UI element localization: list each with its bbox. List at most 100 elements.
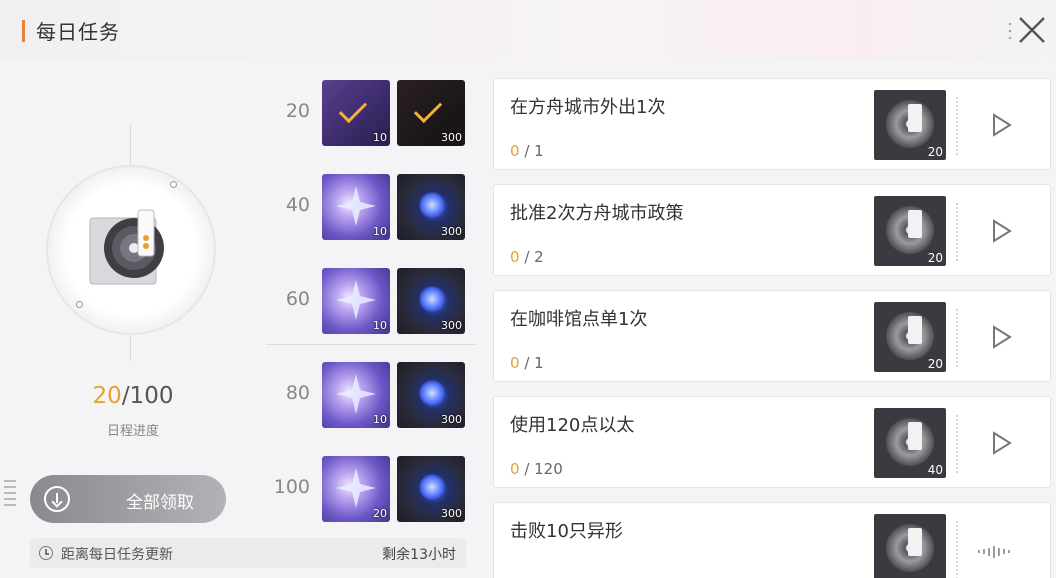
- claimed-check-icon: [338, 94, 368, 124]
- crystal-star-icon: [336, 280, 376, 320]
- remaining-time: 剩余13小时: [382, 547, 456, 563]
- milestone-row: 20 10 300: [266, 78, 476, 148]
- record-card-icon: [908, 528, 922, 556]
- milestone-reward-chest[interactable]: 300: [397, 456, 465, 522]
- crystal-star-icon: [336, 186, 376, 226]
- ring-dot: [170, 181, 177, 188]
- progress-total: /100: [121, 383, 174, 409]
- task-separator: [956, 97, 958, 155]
- task-name: 在咖啡馆点单1次: [510, 309, 648, 330]
- milestone-reward-crystal[interactable]: 10: [322, 362, 390, 428]
- task-separator: [956, 521, 958, 578]
- reward-count: 300: [441, 131, 462, 144]
- milestone-row: 40 10 300: [266, 172, 476, 242]
- page-title: 每日任务: [36, 20, 120, 44]
- go-button[interactable]: [976, 423, 1026, 463]
- milestone-value: 40: [285, 194, 310, 216]
- play-arrow-icon: [993, 113, 1012, 137]
- milestone-reward-chest[interactable]: 300: [397, 80, 465, 146]
- reward-count: 300: [441, 507, 462, 520]
- go-button[interactable]: [976, 211, 1026, 251]
- crystal-star-icon: [336, 468, 376, 508]
- milestone-reward-chest[interactable]: 300: [397, 362, 465, 428]
- task-progress-total: / 1: [519, 142, 544, 160]
- task-reward[interactable]: 40: [874, 408, 946, 478]
- task-progress-total: / 2: [519, 248, 544, 266]
- task-card: 批准2次方舟城市政策 0 / 2 20: [493, 184, 1051, 276]
- task-name: 批准2次方舟城市政策: [510, 203, 684, 224]
- task-progress: 0 / 2: [510, 248, 544, 266]
- close-button[interactable]: [1014, 12, 1050, 48]
- chest-glow-icon: [419, 192, 445, 218]
- milestone-reward-chest[interactable]: 300: [397, 268, 465, 334]
- go-button[interactable]: [976, 105, 1026, 145]
- milestone-value: 60: [285, 288, 310, 310]
- task-progress-total: / 1: [519, 354, 544, 372]
- milestone-reward-crystal[interactable]: 20: [322, 456, 390, 522]
- chest-glow-icon: [419, 474, 445, 500]
- milestone-row: 60 10 300: [266, 266, 476, 336]
- task-card: 击败10只异形: [493, 502, 1051, 578]
- milestone-reward-crystal[interactable]: 10: [322, 80, 390, 146]
- claim-all-button[interactable]: 全部领取: [30, 475, 226, 523]
- task-reward[interactable]: 20: [874, 90, 946, 160]
- task-reward[interactable]: 20: [874, 302, 946, 372]
- task-separator: [956, 203, 958, 261]
- task-card: 在方舟城市外出1次 0 / 1 20: [493, 78, 1051, 170]
- reward-count: 10: [373, 225, 387, 238]
- reward-count: 20: [927, 357, 943, 371]
- chest-glow-icon: [419, 286, 445, 312]
- milestone-rewards: 20 10 300 40 10 300 60 10 300 80 10 300 …: [266, 78, 476, 538]
- task-reward[interactable]: [874, 514, 946, 578]
- ring-dot: [76, 301, 83, 308]
- ring-line-bottom: [130, 335, 131, 361]
- task-separator: [956, 415, 958, 473]
- task-progress-done: 0: [510, 142, 520, 160]
- chest-glow-icon: [419, 380, 445, 406]
- play-arrow-icon: [993, 219, 1012, 243]
- task-name: 击败10只异形: [510, 521, 623, 542]
- milestone-reward-chest[interactable]: 300: [397, 174, 465, 240]
- progress-label: 日程进度: [106, 424, 159, 439]
- progress-value: 20/100: [30, 383, 236, 409]
- daily-progress-panel: 20/100 日程进度 全部领取: [30, 65, 266, 570]
- record-card-icon: [908, 316, 922, 344]
- milestone-reward-crystal[interactable]: 10: [322, 268, 390, 334]
- progress-current: 20: [92, 383, 122, 409]
- task-list[interactable]: 在方舟城市外出1次 0 / 1 20 批准2次方舟城市政策 0 / 2 20 在…: [493, 78, 1051, 578]
- reward-count: 10: [373, 131, 387, 144]
- task-progress-done: 0: [510, 460, 520, 478]
- claimed-check-icon: [413, 94, 443, 124]
- download-arrow-icon: [44, 486, 70, 512]
- reward-count: 20: [927, 251, 943, 265]
- ring-line-top: [130, 125, 131, 165]
- title-accent: [22, 20, 25, 42]
- audio-wave-icon: [978, 541, 1028, 558]
- milestone-value: 100: [273, 476, 310, 498]
- reward-count: 20: [927, 145, 943, 159]
- header-dots-icon: [1008, 22, 1012, 40]
- milestone-value: 80: [285, 382, 310, 404]
- vinyl-disc-icon: [89, 209, 164, 285]
- task-reward[interactable]: 20: [874, 196, 946, 266]
- record-card-icon: [908, 104, 922, 132]
- milestone-value: 20: [285, 100, 310, 122]
- reward-count: 300: [441, 319, 462, 332]
- task-progress-total: / 120: [519, 460, 563, 478]
- task-card: 使用120点以太 0 / 120 40: [493, 396, 1051, 488]
- refresh-timer-bar: 距离每日任务更新 剩余13小时: [30, 538, 466, 568]
- task-progress: 0 / 1: [510, 354, 544, 372]
- clock-icon: [39, 546, 53, 560]
- reward-count: 300: [441, 225, 462, 238]
- task-separator: [956, 309, 958, 367]
- side-stripes-decoration: [4, 480, 16, 520]
- task-progress: 0 / 1: [510, 142, 544, 160]
- milestone-reward-crystal[interactable]: 10: [322, 174, 390, 240]
- go-button[interactable]: [976, 317, 1026, 357]
- close-icon: [1019, 17, 1045, 43]
- play-arrow-icon: [993, 431, 1012, 455]
- reward-count: 10: [373, 319, 387, 332]
- claim-all-label: 全部领取: [126, 493, 194, 513]
- task-name: 在方舟城市外出1次: [510, 97, 666, 118]
- record-card-icon: [908, 210, 922, 238]
